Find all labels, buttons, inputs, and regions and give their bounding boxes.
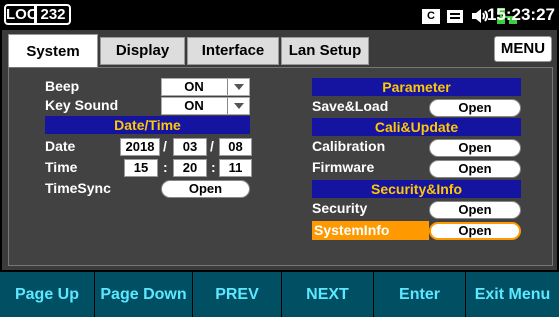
date-day-field[interactable]: 08	[219, 138, 252, 156]
instrument-screen: LOC 232 C 15:23:27 System Display Interf…	[0, 0, 559, 317]
dropdown-arrow-icon	[227, 98, 249, 114]
tab-interface[interactable]: Interface	[187, 37, 279, 65]
softkey-next[interactable]: NEXT	[282, 272, 374, 317]
system-info-label: SystemInfo	[314, 222, 390, 238]
date-month-field[interactable]: 03	[173, 138, 207, 156]
time-separator: :	[163, 159, 168, 175]
firmware-open-button[interactable]: Open	[429, 160, 521, 178]
dropdown-arrow-icon	[227, 79, 249, 95]
softkey-page-down[interactable]: Page Down	[95, 272, 193, 317]
time-minute-field[interactable]: 20	[173, 159, 207, 177]
security-label: Security	[312, 200, 368, 216]
security-info-header: Security&Info	[312, 180, 521, 198]
parameter-header: Parameter	[312, 78, 521, 96]
key-sound-select[interactable]: ON	[161, 97, 250, 115]
beep-label: Beep	[45, 78, 80, 94]
security-open-button[interactable]: Open	[429, 201, 521, 219]
calibration-open-button[interactable]: Open	[429, 139, 521, 157]
beep-select[interactable]: ON	[161, 78, 250, 96]
system-settings-panel: Beep ON Key Sound ON Date/Time Date 2018…	[8, 67, 553, 266]
main-panel: System Display Interface Lan Setup MENU …	[2, 30, 557, 270]
tab-lan-setup[interactable]: Lan Setup	[281, 37, 369, 65]
system-info-open-button[interactable]: Open	[429, 222, 521, 240]
datetime-header: Date/Time	[45, 116, 250, 134]
calibration-label: Calibration	[312, 138, 386, 154]
menu-button[interactable]: MENU	[494, 36, 552, 62]
address-badge: 232	[35, 4, 71, 25]
date-label: Date	[45, 138, 76, 154]
time-label: Time	[45, 159, 78, 175]
cali-update-header: Cali&Update	[312, 118, 521, 136]
tab-display[interactable]: Display	[100, 37, 185, 65]
key-sound-label: Key Sound	[45, 97, 119, 113]
remote-mode-badge: LOC	[4, 4, 38, 25]
cb-icon: C	[422, 8, 440, 24]
softkey-page-up[interactable]: Page Up	[0, 272, 95, 317]
date-separator: /	[163, 138, 167, 154]
time-hour-field[interactable]: 15	[124, 159, 158, 177]
beep-value: ON	[184, 79, 204, 94]
softkey-prev[interactable]: PREV	[193, 272, 282, 317]
softkey-bar: Page Up Page Down PREV NEXT Enter Exit M…	[0, 272, 559, 317]
date-separator: /	[210, 138, 214, 154]
timesync-open-button[interactable]: Open	[161, 180, 250, 198]
save-load-label: Save&Load	[312, 98, 389, 114]
clock: 15:23:27	[486, 5, 555, 24]
softkey-exit-menu[interactable]: Exit Menu	[466, 272, 559, 317]
time-separator: :	[211, 159, 216, 175]
key-sound-value: ON	[184, 98, 204, 113]
timesync-label: TimeSync	[45, 180, 111, 196]
time-second-field[interactable]: 11	[219, 159, 252, 177]
softkey-enter[interactable]: Enter	[374, 272, 466, 317]
date-year-field[interactable]: 2018	[120, 138, 160, 156]
tab-system[interactable]: System	[8, 34, 98, 67]
card-icon	[447, 9, 463, 23]
status-bar: LOC 232 C 15:23:27	[0, 0, 559, 30]
firmware-label: Firmware	[312, 159, 375, 175]
save-load-open-button[interactable]: Open	[429, 99, 521, 117]
